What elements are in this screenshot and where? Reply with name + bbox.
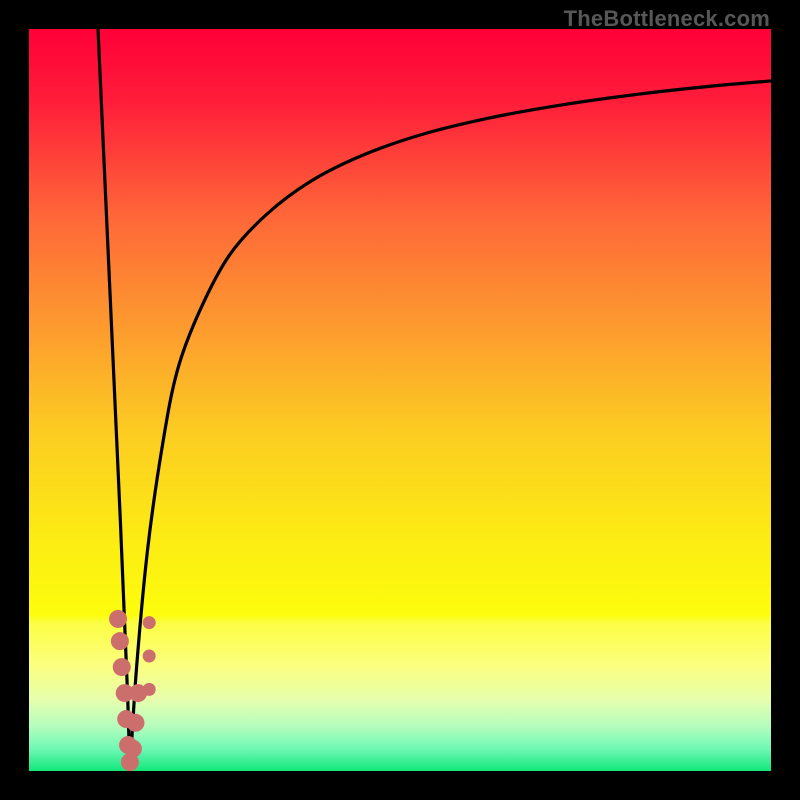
data-point: [124, 740, 142, 758]
chart-frame: TheBottleneck.com: [0, 0, 800, 800]
data-point: [126, 714, 144, 732]
data-point: [109, 610, 127, 628]
watermark-label: TheBottleneck.com: [564, 6, 770, 32]
bottleneck-chart: [29, 29, 771, 771]
data-point: [143, 616, 156, 629]
data-point: [143, 683, 156, 696]
data-point: [143, 649, 156, 662]
data-point: [113, 658, 131, 676]
data-point: [111, 632, 129, 650]
chart-plot-area: [29, 29, 771, 771]
